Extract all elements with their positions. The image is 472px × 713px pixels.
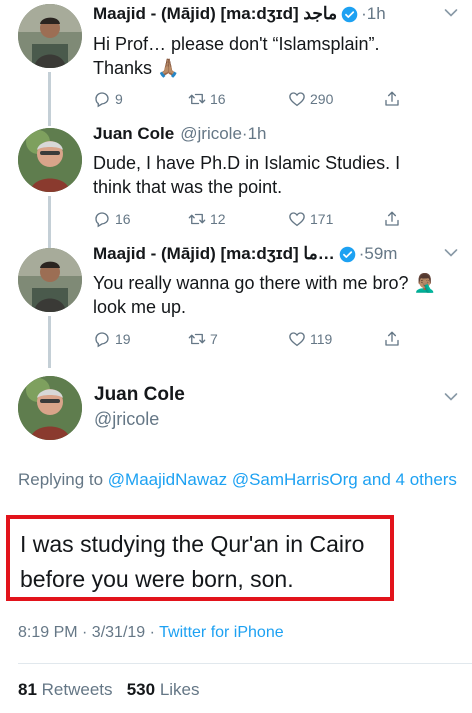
tweet-time[interactable]: 1h [367,4,386,24]
tweet-time[interactable]: 1h [248,124,267,144]
reply-count: 9 [115,91,123,107]
reply-count: 16 [115,211,131,227]
retweet-icon [188,210,206,228]
chevron-down-icon[interactable] [444,392,458,402]
retweet-count: 7 [210,331,218,347]
replying-to: Replying to @MaajidNawaz @SamHarrisOrg a… [18,466,458,493]
tweet-text-line: You really wanna go there with me bro? 🤦… [93,273,436,293]
like-icon [288,90,306,108]
replying-prefix: Replying to [18,470,104,489]
like-icon [288,330,306,348]
reply-count: 19 [115,331,131,347]
retweet-button[interactable]: 7 [188,330,218,348]
thread-line [48,72,51,126]
tweet-text: You really wanna go there with me bro? 🤦… [93,271,436,319]
user-handle[interactable]: @jricole [180,124,242,144]
avatar[interactable] [18,248,82,312]
like-button[interactable]: 119 [288,330,332,348]
display-name[interactable]: Maajid - (Mājid) [ma:dʒɪd] ماجد [93,4,337,24]
replying-to-link[interactable]: @MaajidNawaz @SamHarrisOrg and 4 others [108,470,457,489]
reply-icon [93,210,111,228]
retweets-stat[interactable]: 81 Retweets [18,680,113,699]
tweet-text: Dude, I have Ph.D in Islamic Studies. I … [93,151,400,199]
main-tweet-text-line: I was studying the Qur'an in Cairo [20,531,365,557]
share-icon [383,330,401,348]
share-icon [383,90,401,108]
retweet-count: 16 [210,91,226,107]
tweet-header: Maajid - (Mājid) [ma:dʒɪd] ماجد · 1h [93,4,386,24]
retweets-count: 81 [18,680,37,699]
avatar[interactable] [18,4,82,68]
thread-line [48,196,51,248]
reply-button[interactable]: 16 [93,210,131,228]
reply-icon [93,90,111,108]
tweet-actions: 19 7 119 [93,330,413,352]
chevron-down-icon[interactable] [444,248,458,258]
verified-icon [341,6,358,23]
main-avatar[interactable] [18,376,82,440]
chevron-down-icon[interactable] [444,8,458,18]
retweet-button[interactable]: 12 [188,210,226,228]
like-count: 119 [310,331,333,347]
main-tweet-text-line: before you were born, son. [20,566,294,592]
retweets-label: Retweets [41,680,113,699]
share-icon [383,210,401,228]
thread-line [48,316,51,368]
like-button[interactable]: 171 [288,210,333,228]
engagement-stats: 81 Retweets 530 Likes [18,680,200,700]
tweet-meta: 8:19 PM · 3/31/19 · Twitter for iPhone [18,624,284,642]
avatar[interactable] [18,128,82,192]
tweet-actions: 16 12 171 [93,210,413,232]
main-user-handle[interactable]: @jricole [94,409,159,430]
retweet-button[interactable]: 16 [188,90,226,108]
tweet-text-line: Hi Prof… please don't “Islamsplain”. [93,34,380,54]
likes-label: Likes [159,680,200,699]
main-tweet-text: I was studying the Qur'an in Cairo befor… [20,527,364,597]
like-icon [288,210,306,228]
retweet-icon [188,90,206,108]
divider [18,663,472,664]
retweet-count: 12 [210,211,226,227]
tweet-text: Hi Prof… please don't “Islamsplain”. Tha… [93,32,380,80]
like-button[interactable]: 290 [288,90,333,108]
tweet-text-line: Dude, I have Ph.D in Islamic Studies. I [93,153,401,173]
like-count: 290 [310,91,334,107]
display-name[interactable]: Juan Cole [93,124,174,144]
share-button[interactable] [383,210,401,228]
tweet-actions: 9 16 290 [93,90,413,112]
reply-button[interactable]: 19 [93,330,131,348]
retweet-icon [188,330,206,348]
likes-count: 530 [126,680,156,699]
tweet-header: Juan Cole @jricole · 1h [93,124,267,144]
share-button[interactable] [383,90,401,108]
tweet-text-line: Thanks 🙏🏽 [93,58,180,78]
like-count: 171 [310,211,334,227]
tweet-text-line: look me up. [93,297,187,317]
verified-icon [339,246,356,263]
tweet-time[interactable]: 59m [364,244,397,264]
likes-stat[interactable]: 530 Likes [127,680,200,699]
source-link[interactable]: Twitter for iPhone [159,624,284,641]
tweet-text-line: think that was the point. [93,177,283,197]
share-button[interactable] [383,330,401,348]
timestamp[interactable]: 8:19 PM · 3/31/19 · [18,624,159,641]
reply-button[interactable]: 9 [93,90,123,108]
display-name[interactable]: Maajid - (Mājid) [ma:dʒɪd] ما… [93,244,335,264]
reply-icon [93,330,111,348]
main-display-name[interactable]: Juan Cole [94,384,185,406]
tweet-header: Maajid - (Mājid) [ma:dʒɪd] ما… · 59m [93,244,397,264]
